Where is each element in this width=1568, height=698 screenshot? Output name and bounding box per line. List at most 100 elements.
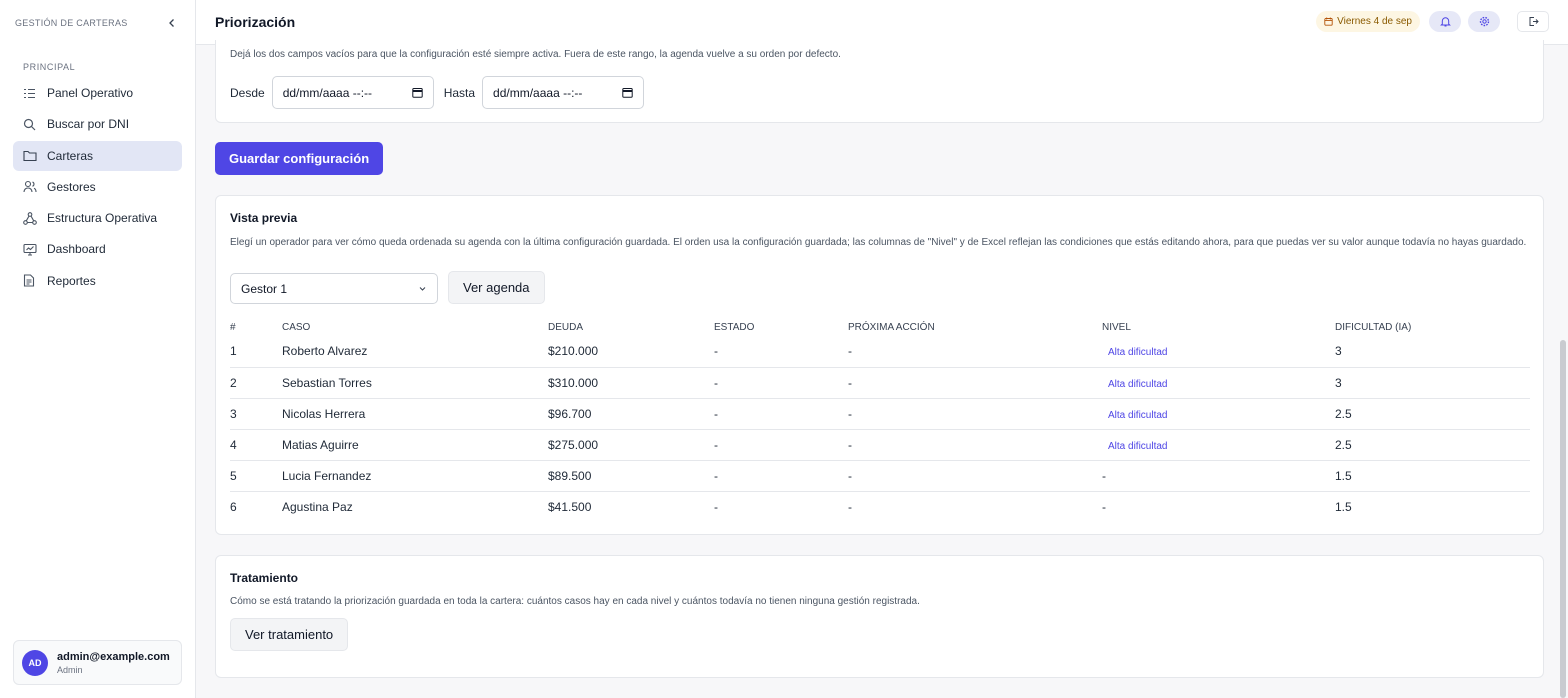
collapse-sidebar-button[interactable] — [164, 15, 180, 31]
cell-caso: Sebastian Torres — [282, 367, 548, 399]
cell-nivel: - — [1102, 460, 1335, 492]
preview-table: # CASO DEUDA ESTADO PRÓXIMA ACCIÓN NIVEL… — [230, 319, 1530, 522]
sidebar-item-gestores[interactable]: Gestores — [13, 172, 182, 202]
cell-proxima-accion: - — [848, 398, 1102, 430]
cell-proxima-accion: - — [848, 460, 1102, 492]
cell-deuda: $89.500 — [548, 460, 714, 492]
preview-card: Vista previa Elegí un operador para ver … — [215, 195, 1544, 535]
gear-icon — [1479, 16, 1489, 27]
table-row: 2 Sebastian Torres $310.000- - Alta dificult… — [230, 367, 1530, 399]
chevron-down-icon — [419, 287, 426, 291]
column-header-dificultad: DIFICULTAD (IA) — [1335, 322, 1412, 333]
table-header-row: # CASO DEUDA ESTADO PRÓXIMA ACCIÓN NIVEL… — [230, 319, 1530, 336]
cell-deuda: $275.000 — [548, 429, 714, 461]
preview-table-body: 1 Roberto Alvarez $210.000- - Alta dificulta… — [230, 336, 1530, 522]
to-date-input[interactable]: dd/mm/aaaa --:-- — [482, 76, 645, 109]
table-row: 3 Nicolas Herrera $96.700- - Alta dificultad… — [230, 398, 1530, 430]
cell-number: 1 — [230, 336, 282, 368]
cell-caso: Lucia Fernandez — [282, 460, 548, 492]
treatment-card: Tratamiento Cómo se está tratando la pri… — [215, 555, 1544, 678]
sidebar: GESTIÓN DE CARTERAS PRINCIPAL Panel Oper… — [0, 0, 196, 698]
report-icon — [23, 274, 37, 288]
date-badge-label: Viernes 4 de sep — [1337, 16, 1412, 27]
cell-dificultad: 1.5 — [1335, 499, 1352, 514]
from-label: Desde — [230, 85, 265, 100]
from-date-input[interactable]: dd/mm/aaaa --:-- — [271, 76, 434, 109]
sidebar-item-label: Dashboard — [47, 242, 106, 257]
cell-estado: - — [714, 460, 848, 492]
level-badge: Alta dificultad — [1108, 347, 1168, 359]
cell-proxima-accion: - — [848, 336, 1102, 368]
cell-number: 3 — [230, 398, 282, 430]
column-header-caso: CASO — [282, 322, 311, 333]
view-agenda-button[interactable]: Ver agenda — [448, 271, 545, 304]
sidebar-item-label: Estructura Operativa — [47, 211, 158, 226]
cell-nivel: Alta dificultad — [1102, 367, 1335, 399]
view-treatment-button[interactable]: Ver tratamiento — [230, 618, 349, 651]
sidebar-header: GESTIÓN DE CARTERAS — [0, 0, 195, 45]
sidebar-item-buscar-por-dni[interactable]: Buscar por DNI — [13, 109, 182, 139]
operator-select[interactable]: Gestor 1 — [230, 273, 438, 304]
sidebar-item-dashboard[interactable]: Dashboard — [13, 234, 182, 264]
page-title: Priorización — [215, 14, 296, 30]
cell-caso: Nicolas Herrera — [282, 398, 548, 430]
cell-nivel: Alta dificultad — [1102, 336, 1335, 368]
logout-icon — [1529, 17, 1539, 26]
cell-caso: Matias Aguirre — [282, 429, 548, 461]
sidebar-item-label: Panel Operativo — [47, 86, 134, 100]
sidebar-item-reportes[interactable]: Reportes — [13, 266, 182, 296]
operator-select-value: Gestor 1 — [241, 281, 288, 296]
sidebar-item-label: Carteras — [47, 148, 94, 163]
cell-estado: - — [714, 398, 848, 430]
user-info: admin@example.com Admin — [57, 651, 170, 675]
date-badge: Viernes 4 de sep — [1316, 11, 1420, 32]
level-badge: Alta dificultad — [1108, 409, 1168, 421]
sidebar-item-estructura-operativa[interactable]: Estructura Operativa — [13, 203, 182, 233]
cell-dificultad: 3 — [1335, 367, 1530, 399]
topbar-actions: Viernes 4 de sep — [1316, 11, 1549, 32]
cell-number: 4 — [230, 429, 282, 461]
cell-estado: - — [714, 336, 848, 368]
to-label: Hasta — [443, 85, 476, 100]
user-card[interactable]: AD admin@example.com Admin — [13, 640, 182, 685]
chevron-left-icon — [169, 18, 174, 27]
cell-dificultad: 2.5 — [1335, 398, 1530, 430]
cell-nivel: - — [1102, 499, 1106, 514]
treatment-title: Tratamiento — [230, 571, 299, 585]
cell-caso: Agustina Paz — [282, 499, 353, 514]
cell-estado: - — [714, 499, 718, 514]
sidebar-item-carteras[interactable]: Carteras — [13, 140, 182, 171]
preview-hint: Elegí un operador para ver cómo queda or… — [230, 237, 1527, 248]
folder-icon — [23, 149, 37, 163]
page-scrollbar[interactable] — [1560, 340, 1566, 698]
bell-icon — [1439, 17, 1451, 27]
cell-nivel: Alta dificultad — [1102, 429, 1335, 461]
from-date-value: dd/mm/aaaa --:-- — [282, 85, 373, 100]
cell-deuda: $96.700 — [548, 398, 714, 430]
to-date-value: dd/mm/aaaa --:-- — [493, 85, 583, 100]
main-content: Dejá los dos campos vacíos para que la c… — [196, 40, 1554, 698]
cell-proxima-accion: - — [848, 499, 852, 514]
sidebar-item-label: Buscar por DNI — [47, 117, 130, 132]
save-config-button[interactable]: Guardar configuración — [215, 142, 384, 175]
sidebar-item-panel-operativo[interactable]: Panel Operativo — [13, 78, 182, 108]
user-role: Admin — [57, 664, 83, 675]
calendar-icon — [622, 88, 633, 98]
avatar: AD — [22, 649, 48, 676]
sidebar-item-label: Gestores — [47, 179, 96, 194]
column-header-nivel: NIVEL — [1102, 322, 1131, 333]
logout-button[interactable] — [1517, 11, 1549, 32]
topbar: Priorización Viernes 4 de sep — [196, 0, 1568, 45]
users-icon — [23, 180, 37, 194]
settings-button[interactable] — [1468, 11, 1500, 32]
schedule-card: Dejá los dos campos vacíos para que la c… — [215, 40, 1544, 123]
preview-title: Vista previa — [230, 211, 298, 225]
cell-dificultad: 1.5 — [1335, 460, 1530, 492]
table-row: 4 Matias Aguirre $275.000- - Alta dificultad… — [230, 429, 1530, 461]
column-header-proxima-accion: PRÓXIMA ACCIÓN — [848, 322, 935, 333]
notifications-button[interactable] — [1429, 11, 1461, 32]
cell-dificultad: 2.5 — [1335, 429, 1530, 461]
nav-section-label: PRINCIPAL — [23, 62, 76, 72]
cell-estado: - — [714, 429, 848, 461]
cell-estado: - — [714, 367, 848, 399]
